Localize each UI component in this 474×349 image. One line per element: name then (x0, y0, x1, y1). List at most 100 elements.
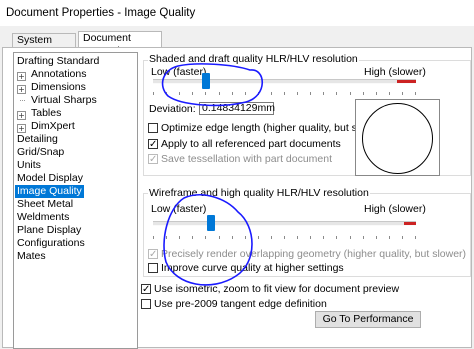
improve-curve-label: Improve curve quality at higher settings (161, 262, 344, 274)
wireframe-high-label: High (slower) (364, 203, 426, 215)
tree-item-model-display[interactable]: Model Display (17, 172, 83, 185)
go-to-performance-button[interactable]: Go To Performance (315, 311, 421, 328)
slider-tick (153, 92, 154, 95)
slider-tick (166, 236, 167, 239)
tree-item-units[interactable]: Units (17, 159, 41, 172)
slider-tick (310, 236, 311, 239)
shaded-slider-track (153, 79, 416, 84)
isometric-preview-checkbox[interactable]: ✓ (141, 284, 151, 295)
shaded-slider-ticks (153, 92, 416, 95)
slider-tick (271, 236, 272, 239)
slider-tick (310, 92, 311, 95)
tab-document-properties[interactable]: Document Properties (78, 31, 162, 57)
slider-tick (297, 92, 298, 95)
tree-item-mates[interactable]: Mates (17, 250, 46, 263)
slider-tick (258, 236, 259, 239)
slider-tick (376, 236, 377, 239)
slider-tick (153, 236, 154, 239)
tree-item-plane-display[interactable]: Plane Display (17, 224, 81, 237)
wireframe-slider-ticks (153, 236, 416, 239)
tree-connector (20, 100, 25, 101)
render-overlap-checkbox[interactable]: ✓ (148, 249, 158, 260)
slider-tick (350, 236, 351, 239)
window-title: Document Properties - Image Quality (0, 0, 474, 26)
slider-tick (336, 236, 337, 239)
tree-item-configurations[interactable]: Configurations (17, 237, 85, 250)
tab-strip: System Options Document Properties (0, 31, 474, 59)
slider-tick (323, 236, 324, 239)
slider-tick (271, 92, 272, 95)
save-tessellation-label: Save tessellation with part document (161, 153, 333, 165)
wireframe-slider-high-range (404, 222, 416, 225)
tree-item-dimensions[interactable]: Dimensions (31, 81, 86, 94)
slider-tick (179, 92, 180, 95)
tree-item-virtual-sharps[interactable]: Virtual Sharps (31, 94, 97, 107)
slider-tick (192, 92, 193, 95)
expand-icon[interactable]: + (17, 111, 26, 120)
expand-icon[interactable]: + (17, 124, 26, 133)
render-overlap-label: Precisely render overlapping geometry (h… (161, 248, 467, 260)
slider-tick (415, 236, 416, 239)
preview-box (355, 99, 440, 176)
slider-tick (376, 92, 377, 95)
pre2009-tangent-checkbox[interactable] (141, 299, 151, 309)
slider-tick (245, 236, 246, 239)
slider-tick (350, 92, 351, 95)
slider-tick (284, 236, 285, 239)
slider-tick (389, 92, 390, 95)
deviation-field[interactable]: 0.14834129mm (199, 102, 275, 115)
improve-curve-checkbox[interactable] (148, 263, 158, 273)
wireframe-quality-slider[interactable] (206, 215, 215, 231)
slider-tick (389, 236, 390, 239)
tree-item-dimxpert[interactable]: DimXpert (31, 120, 75, 133)
slider-tick (363, 92, 364, 95)
wireframe-low-label: Low (faster) (151, 203, 207, 215)
slider-tick (297, 236, 298, 239)
tab-system-options[interactable]: System Options (12, 33, 76, 59)
category-tree: Drafting Standard + Annotations + Dimens… (13, 52, 138, 349)
wireframe-slider-track (153, 221, 416, 226)
slider-tick (166, 92, 167, 95)
wireframe-group-title: Wireframe and high quality HLR/HLV resol… (148, 187, 370, 199)
tree-item-annotations[interactable]: Annotations (31, 68, 86, 81)
slider-tick (219, 92, 220, 95)
tree-item-drafting-standard[interactable]: Drafting Standard (17, 55, 99, 68)
tree-item-detailing[interactable]: Detailing (17, 133, 58, 146)
slider-tick (232, 92, 233, 95)
isometric-preview-label: Use isometric, zoom to fit view for docu… (154, 283, 400, 295)
slider-tick (192, 236, 193, 239)
tree-item-grid-snap[interactable]: Grid/Snap (17, 146, 64, 159)
slider-tick (284, 92, 285, 95)
slider-tick (415, 92, 416, 95)
slider-tick (245, 92, 246, 95)
tree-item-weldments[interactable]: Weldments (17, 211, 69, 224)
slider-tick (258, 92, 259, 95)
optimize-edge-checkbox[interactable] (148, 123, 158, 133)
tree-item-sheet-metal[interactable]: Sheet Metal (17, 198, 73, 211)
slider-tick (336, 92, 337, 95)
shaded-high-label: High (slower) (364, 66, 426, 78)
shaded-slider-high-range (397, 80, 416, 83)
shaded-quality-slider[interactable] (201, 73, 210, 89)
tree-item-tables[interactable]: Tables (31, 107, 61, 120)
shaded-low-label: Low (faster) (151, 66, 207, 78)
slider-tick (219, 236, 220, 239)
apply-all-parts-checkbox[interactable]: ✓ (148, 139, 158, 150)
save-tessellation-checkbox[interactable]: ✓ (148, 154, 158, 165)
expand-icon[interactable]: + (17, 85, 26, 94)
slider-tick (232, 236, 233, 239)
preview-circle (362, 103, 433, 174)
slider-tick (179, 236, 180, 239)
expand-icon[interactable]: + (17, 72, 26, 81)
apply-all-parts-label: Apply to all referenced part documents (161, 138, 341, 150)
slider-tick (205, 236, 206, 239)
tree-item-image-quality[interactable]: Image Quality (15, 185, 84, 198)
slider-tick (402, 92, 403, 95)
shaded-group-title: Shaded and draft quality HLR/HLV resolut… (148, 53, 359, 65)
slider-tick (205, 92, 206, 95)
optimize-edge-label: Optimize edge length (higher quality, bu… (161, 122, 386, 134)
slider-tick (323, 92, 324, 95)
slider-tick (402, 236, 403, 239)
slider-tick (363, 236, 364, 239)
deviation-label: Deviation: (149, 103, 196, 115)
